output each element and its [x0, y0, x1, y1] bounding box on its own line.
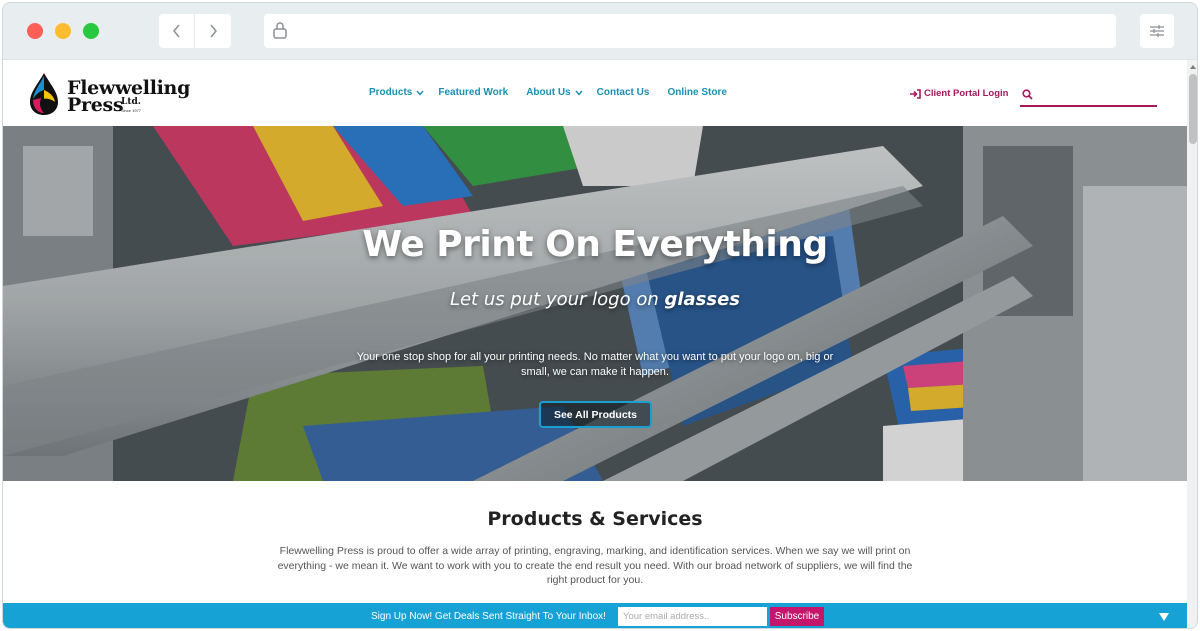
- nav-item-about-us[interactable]: About Us: [526, 87, 583, 98]
- nav-item-online-store[interactable]: Online Store: [667, 87, 726, 98]
- hero-banner: We Print On Everything Let us put your l…: [3, 126, 1187, 481]
- logo-wordmark-line2: Press: [67, 94, 124, 116]
- hero-subtitle: Let us put your logo on glasses: [3, 289, 1187, 310]
- search-input[interactable]: [1038, 86, 1154, 104]
- minimize-window-button[interactable]: [55, 23, 71, 39]
- products-section-text: Flewwelling Press is proud to offer a wi…: [277, 545, 913, 586]
- hero-title: We Print On Everything: [362, 224, 828, 265]
- scrollbar-thumb[interactable]: [1189, 74, 1197, 144]
- chevron-down-icon: [575, 90, 583, 96]
- main-navigation: Products Featured Work About Us Contact …: [369, 87, 727, 98]
- nav-item-featured-work[interactable]: Featured Work: [438, 87, 508, 98]
- hero-description: Your one stop shop for all your printing…: [356, 351, 834, 378]
- maximize-window-button[interactable]: [83, 23, 99, 39]
- hero-subtitle-emphasis: glasses: [664, 289, 741, 310]
- address-bar[interactable]: [264, 14, 1116, 48]
- newsletter-text: Sign Up Now! Get Deals Sent Straight To …: [371, 611, 606, 622]
- newsletter-bar: Sign Up Now! Get Deals Sent Straight To …: [3, 603, 1187, 628]
- logo-since: Since 1977: [121, 108, 142, 113]
- nav-item-label: Products: [369, 87, 413, 98]
- chevron-left-icon: [172, 24, 180, 38]
- lock-icon: [273, 22, 287, 39]
- sign-in-icon: [910, 88, 921, 99]
- browser-window: Flewwelling Press Ltd. Since 1977 Produc…: [2, 2, 1198, 629]
- see-all-products-button[interactable]: See All Products: [539, 401, 652, 428]
- chevron-right-icon: [210, 24, 217, 38]
- site-logo[interactable]: Flewwelling Press Ltd. Since 1977: [27, 72, 197, 116]
- products-section-title: Products & Services: [487, 508, 703, 530]
- site-search: [1020, 84, 1157, 107]
- back-button[interactable]: [159, 14, 195, 48]
- newsletter-email-input[interactable]: [618, 607, 767, 626]
- subscribe-button[interactable]: Subscribe: [770, 607, 824, 626]
- client-portal-login-link[interactable]: Client Portal Login: [909, 88, 1008, 99]
- chevron-down-icon: [416, 90, 424, 96]
- search-icon[interactable]: [1022, 89, 1033, 100]
- logo-drop-icon: [30, 73, 58, 115]
- collapse-bar-chevron-icon[interactable]: [1159, 613, 1169, 621]
- logo-ltd: Ltd.: [121, 97, 141, 107]
- scroll-up-arrow-icon[interactable]: [1190, 65, 1196, 69]
- close-window-button[interactable]: [27, 23, 43, 39]
- forward-button[interactable]: [195, 14, 231, 48]
- nav-item-label: Online Store: [667, 87, 727, 98]
- nav-item-label: Featured Work: [438, 87, 509, 98]
- nav-item-products[interactable]: Products: [369, 87, 424, 98]
- sliders-icon: [1150, 25, 1164, 37]
- page-scrollbar[interactable]: [1187, 60, 1197, 628]
- nav-item-label: About Us: [526, 87, 571, 98]
- nav-item-contact-us[interactable]: Contact Us: [597, 87, 650, 98]
- site-header: Flewwelling Press Ltd. Since 1977 Produc…: [3, 60, 1187, 126]
- browser-settings-button[interactable]: [1140, 14, 1174, 48]
- hero-subtitle-prefix: Let us put your logo on: [449, 289, 665, 310]
- client-portal-login-label: Client Portal Login: [924, 88, 1009, 99]
- nav-item-label: Contact Us: [596, 87, 650, 98]
- browser-toolbar: [3, 3, 1197, 60]
